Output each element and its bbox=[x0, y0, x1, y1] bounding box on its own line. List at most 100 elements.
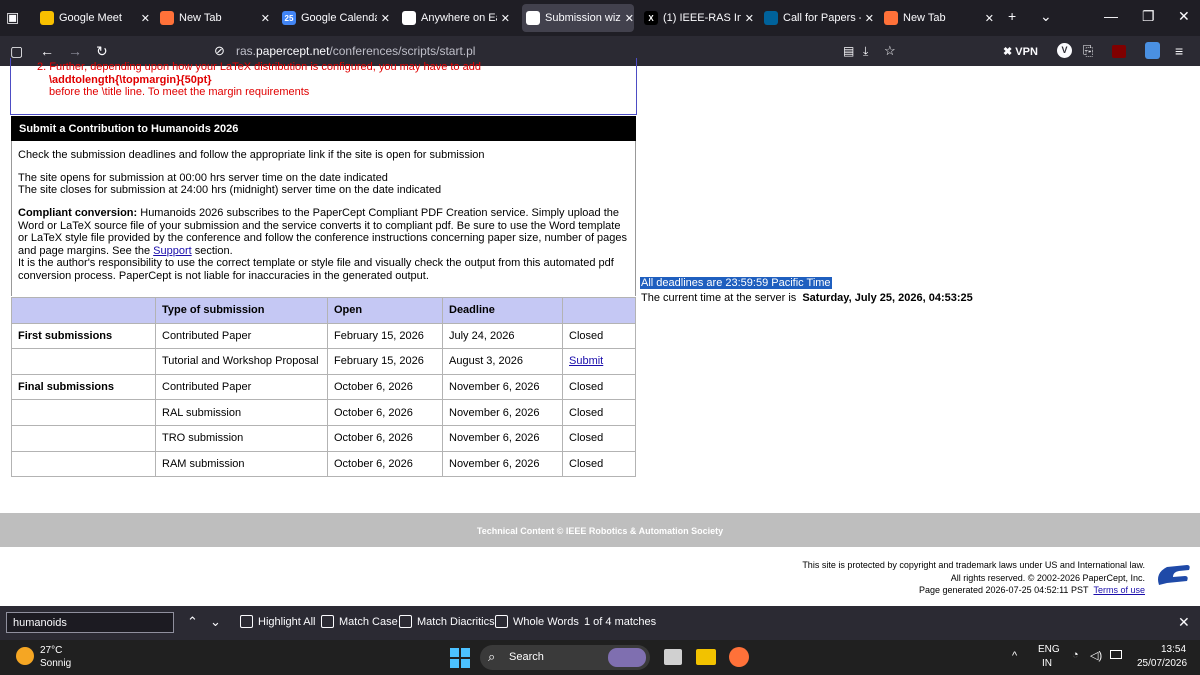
whole-words-checkbox[interactable]: Whole Words bbox=[495, 615, 579, 628]
account-icon[interactable]: V bbox=[1057, 43, 1072, 58]
reader-view-icon[interactable]: ▤ bbox=[843, 42, 854, 60]
close-tab-icon[interactable]: ✕ bbox=[141, 12, 150, 25]
cell-deadline: November 6, 2026 bbox=[442, 399, 563, 426]
submit-link[interactable]: Submit bbox=[569, 355, 603, 367]
cell-group: First submissions bbox=[11, 322, 156, 350]
papercept-icon bbox=[526, 11, 540, 25]
cell-status: Closed bbox=[562, 450, 636, 478]
volume-icon[interactable]: ◁) bbox=[1090, 649, 1102, 662]
tab-label: New Tab bbox=[179, 12, 222, 24]
copyright-line1: This site is protected by copyright and … bbox=[802, 560, 1145, 570]
intro-text: Check the submission deadlines and follo… bbox=[18, 149, 485, 161]
cell-deadline: July 24, 2026 bbox=[442, 322, 563, 350]
close-tab-icon[interactable]: ✕ bbox=[261, 12, 270, 25]
checkbox-icon bbox=[399, 615, 412, 628]
tray-expand-icon[interactable]: ^ bbox=[1012, 650, 1017, 662]
close-find-bar-icon[interactable]: ✕ bbox=[1178, 614, 1190, 631]
latex-note-line1: 2. Further, depending upon how your LaTe… bbox=[37, 61, 481, 73]
tab-5[interactable]: Submission wizard ✕ bbox=[522, 4, 634, 32]
terms-link[interactable]: Terms of use bbox=[1093, 585, 1145, 595]
minimize-icon[interactable]: — bbox=[1104, 8, 1118, 24]
search-icon: ⌕ bbox=[488, 649, 496, 664]
match-case-checkbox[interactable]: Match Case bbox=[321, 615, 398, 628]
tab-2[interactable]: New Tab ✕ bbox=[160, 4, 270, 32]
checkbox-icon bbox=[495, 615, 508, 628]
cell-open: October 6, 2026 bbox=[327, 424, 443, 452]
ublock-icon[interactable] bbox=[1112, 45, 1126, 58]
bitwarden-icon[interactable] bbox=[1145, 42, 1160, 59]
checkbox-icon bbox=[321, 615, 334, 628]
battery-icon[interactable] bbox=[1110, 650, 1122, 659]
find-input[interactable] bbox=[6, 612, 174, 633]
cell-status: Closed bbox=[562, 373, 636, 401]
close-tab-icon[interactable]: ✕ bbox=[625, 12, 634, 25]
url-bar[interactable]: ras.papercept.net/conferences/scripts/st… bbox=[236, 44, 475, 58]
x-icon: X bbox=[644, 11, 658, 25]
close-tab-icon[interactable]: ✕ bbox=[381, 12, 390, 25]
find-bar: ⌃ ⌄ Highlight All Match Case Match Diacr… bbox=[0, 606, 1200, 640]
header-group bbox=[11, 297, 156, 324]
cell-open: October 6, 2026 bbox=[327, 399, 443, 426]
cell-deadline: November 6, 2026 bbox=[442, 450, 563, 478]
taskbar-search[interactable]: ⌕ Search bbox=[480, 645, 650, 670]
copyright-block: This site is protected by copyright and … bbox=[802, 559, 1145, 597]
close-tab-icon[interactable]: ✕ bbox=[745, 12, 754, 25]
find-previous-icon[interactable]: ⌃ bbox=[187, 614, 198, 630]
language-primary[interactable]: ENG bbox=[1038, 644, 1060, 655]
taskbar-app-icon[interactable] bbox=[664, 649, 682, 665]
find-next-icon[interactable]: ⌄ bbox=[210, 614, 221, 630]
responsibility-text: It is the author's responsibility to use… bbox=[18, 257, 614, 282]
support-link[interactable]: Support bbox=[153, 245, 192, 257]
wifi-icon[interactable]: ◔ bbox=[1072, 649, 1079, 661]
weather-sun-icon[interactable] bbox=[16, 647, 34, 665]
match-case-label: Match Case bbox=[339, 615, 398, 628]
download-icon[interactable]: ⤓ bbox=[863, 42, 868, 60]
tab-6[interactable]: X (1) IEEE-RAS Int. C ✕ bbox=[644, 4, 754, 32]
deadline-note: All deadlines are 23:59:59 Pacific Time bbox=[640, 277, 832, 289]
server-time-line: The current time at the server is Saturd… bbox=[641, 292, 973, 304]
close-window-icon[interactable]: ✕ bbox=[1178, 8, 1190, 25]
tab-4[interactable]: Anywhere on Earth ✕ bbox=[402, 4, 510, 32]
copyright-line3: Page generated 2026-07-25 04:52:11 PST T… bbox=[802, 584, 1145, 597]
match-diacritics-checkbox[interactable]: Match Diacritics bbox=[399, 615, 495, 628]
tab-label: Google Meet bbox=[59, 12, 122, 24]
server-time-label: The current time at the server is bbox=[641, 292, 797, 304]
close-tab-icon[interactable]: ✕ bbox=[501, 12, 510, 25]
clock-time[interactable]: 13:54 bbox=[1161, 644, 1186, 655]
file-explorer-icon[interactable] bbox=[696, 649, 716, 665]
cell-status: Closed bbox=[562, 424, 636, 452]
vpn-button[interactable]: ✖ VPN bbox=[1003, 43, 1038, 61]
submission-table: Type of submission Open Deadline First s… bbox=[11, 297, 636, 478]
search-label: Search bbox=[509, 651, 544, 663]
support-tail: section. bbox=[194, 244, 233, 257]
windows-start-icon[interactable] bbox=[450, 648, 470, 668]
cell-group bbox=[11, 424, 156, 452]
latex-note-line2: \addtolength{\topmargin}{50pt} bbox=[49, 74, 212, 86]
table-row: Tutorial and Workshop Proposal February 1… bbox=[11, 348, 636, 375]
weather-label: Sonnig bbox=[40, 658, 72, 669]
match-diacritics-label: Match Diacritics bbox=[417, 615, 495, 628]
tab-1[interactable]: Google Meet ✕ bbox=[40, 4, 150, 32]
section-title: Submit a Contribution to Humanoids 2026 bbox=[11, 116, 636, 141]
close-tab-icon[interactable]: ✕ bbox=[985, 12, 994, 25]
tab-3[interactable]: 25 Google Calendar - ✕ bbox=[282, 4, 390, 32]
firefox-taskbar-icon[interactable] bbox=[729, 647, 749, 667]
highlight-all-checkbox[interactable]: Highlight All bbox=[240, 615, 315, 628]
new-tab-button[interactable]: + bbox=[1008, 8, 1016, 24]
clock-date[interactable]: 25/07/2026 bbox=[1137, 658, 1187, 669]
close-tab-icon[interactable]: ✕ bbox=[865, 12, 874, 25]
vpn-label: VPN bbox=[1015, 46, 1038, 58]
tab-7[interactable]: Call for Papers - 2 ✕ bbox=[764, 4, 874, 32]
list-tabs-icon[interactable]: ⌄ bbox=[1040, 8, 1052, 25]
tab-overview-icon[interactable]: ▣ bbox=[6, 9, 19, 26]
bookmark-star-icon[interactable]: ☆ bbox=[884, 42, 896, 60]
cell-status: Submit bbox=[562, 348, 636, 375]
menu-icon[interactable]: ≡ bbox=[1175, 42, 1183, 60]
tab-8[interactable]: New Tab ✕ bbox=[884, 4, 994, 32]
restore-icon[interactable]: ❐ bbox=[1142, 8, 1155, 25]
language-secondary[interactable]: IN bbox=[1042, 658, 1052, 669]
cell-deadline: November 6, 2026 bbox=[442, 373, 563, 401]
cell-type: RAM submission bbox=[155, 450, 328, 478]
url-domain: papercept.net bbox=[256, 44, 330, 58]
extension-icon[interactable]: ⎘ bbox=[1083, 42, 1093, 60]
